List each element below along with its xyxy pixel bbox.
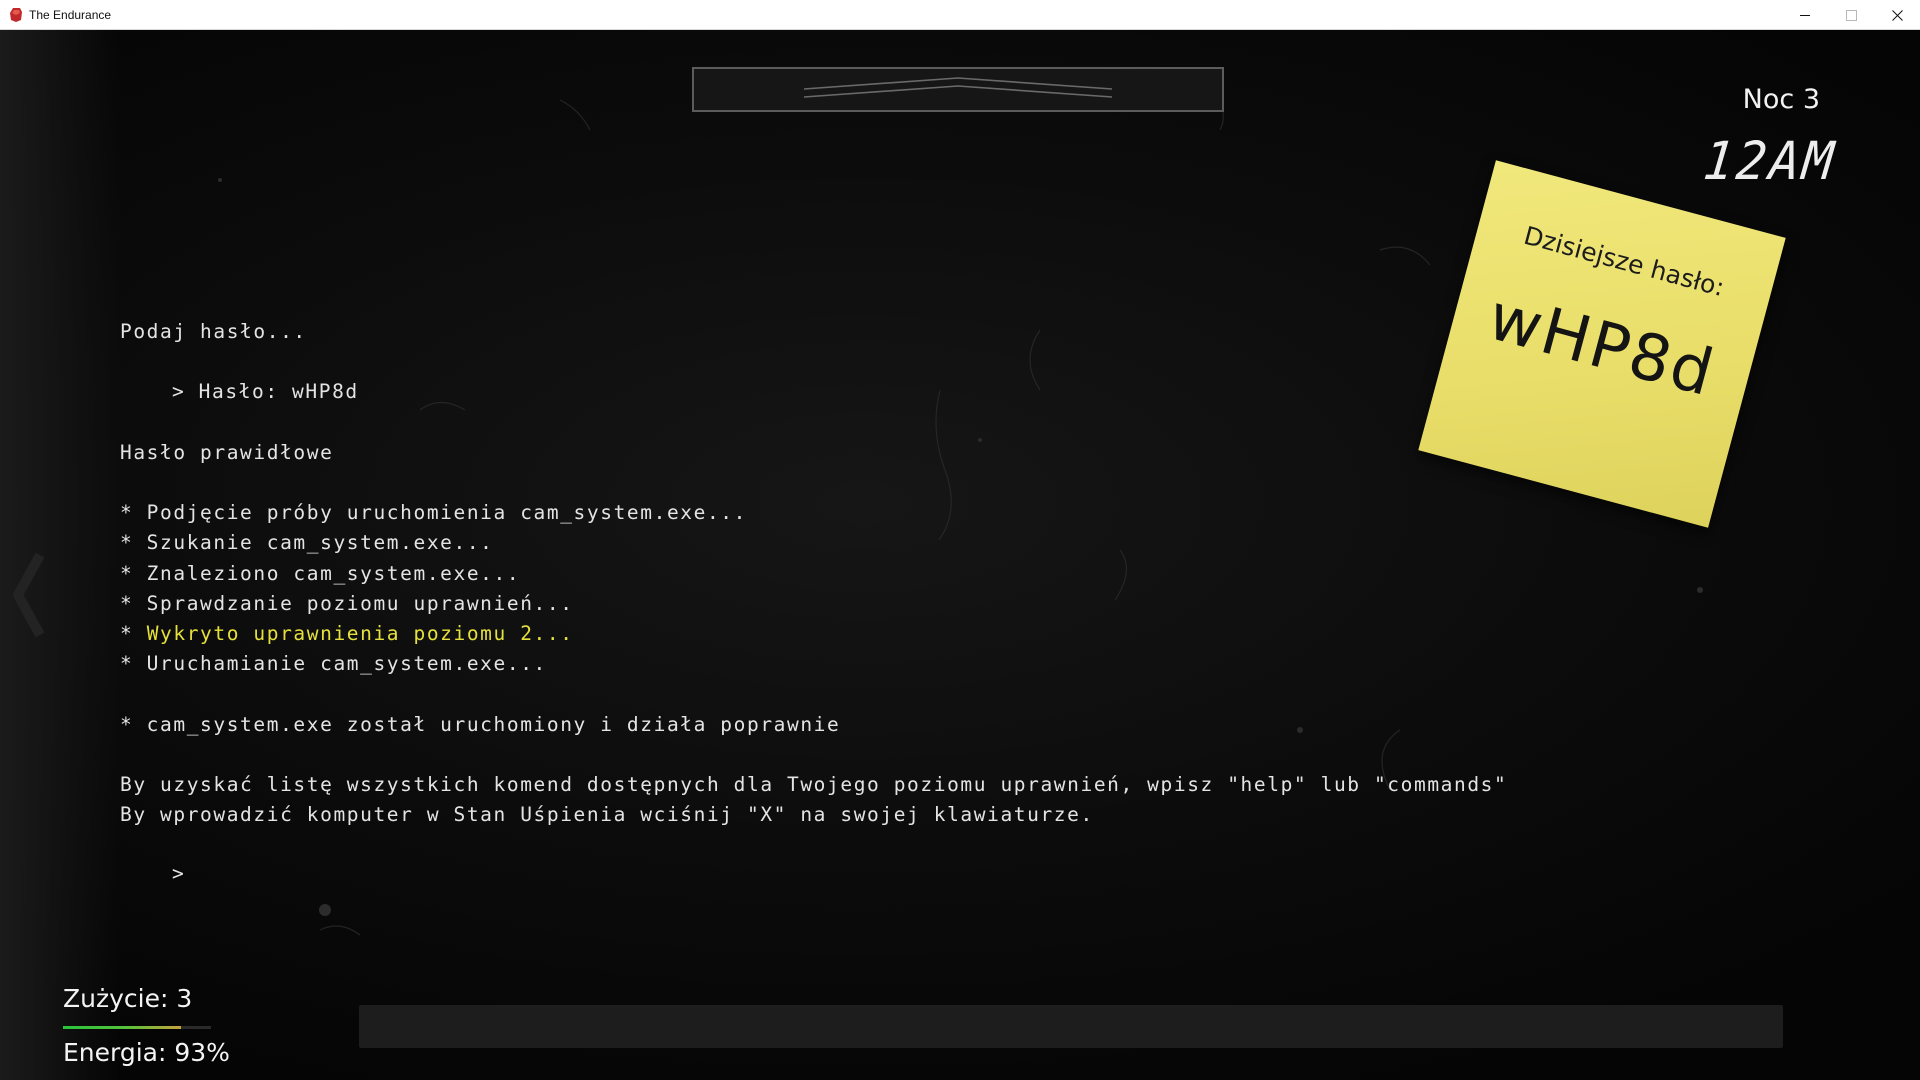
energy-label: Energia: 93%	[63, 1038, 230, 1067]
permission-level-message: Wykryto uprawnienia poziomu 2...	[146, 622, 574, 645]
usage-bar	[63, 1026, 211, 1029]
terminal-line: * Uruchamianie cam_system.exe...	[120, 652, 547, 675]
terminal-line: * Podjęcie próby uruchomienia cam_system…	[120, 501, 747, 524]
maximize-button[interactable]	[1828, 0, 1874, 30]
terminal-line: > Hasło: wHP8d	[172, 380, 359, 403]
bottom-panel-toggle[interactable]	[359, 1005, 1783, 1048]
close-button[interactable]	[1874, 0, 1920, 30]
left-turn-arrow-icon[interactable]	[10, 550, 50, 640]
window-titlebar: The Endurance	[0, 0, 1920, 30]
close-icon	[1891, 9, 1903, 21]
usage-label: Zużycie: 3	[63, 984, 193, 1013]
maximize-icon	[1845, 9, 1857, 21]
terminal-line: Hasło prawidłowe	[120, 441, 334, 464]
terminal-line: By uzyskać listę wszystkich komend dostę…	[120, 773, 1508, 796]
minimize-icon	[1800, 14, 1810, 16]
terminal-output: Podaj hasło... > Hasło: wHP8d Hasło praw…	[120, 30, 1520, 930]
game-viewport: Noc 3 12AM Dzisiejsze hasło: wHP8d Podaj…	[0, 30, 1920, 1080]
night-counter: Noc 3	[1742, 84, 1820, 115]
terminal-line: * Szukanie cam_system.exe...	[120, 531, 494, 554]
terminal-input-prompt[interactable]: >	[172, 862, 185, 885]
terminal-bullet: *	[120, 622, 147, 645]
window-title: The Endurance	[29, 8, 112, 22]
terminal-line: Podaj hasło...	[120, 320, 307, 343]
clock-display: 12AM	[1700, 130, 1840, 192]
minimize-button[interactable]	[1782, 0, 1828, 30]
app-icon	[10, 8, 22, 22]
usage-bar-fill	[63, 1026, 182, 1029]
terminal-line: * Znaleziono cam_system.exe...	[120, 562, 521, 585]
terminal-line: * Sprawdzanie poziomu uprawnień...	[120, 592, 574, 615]
terminal-line: By wprowadzić komputer w Stan Uśpienia w…	[120, 803, 1094, 826]
terminal-line: * cam_system.exe został uruchomiony i dz…	[120, 713, 841, 736]
terminal-line-highlight: * Wykryto uprawnienia poziomu 2...	[120, 622, 574, 645]
